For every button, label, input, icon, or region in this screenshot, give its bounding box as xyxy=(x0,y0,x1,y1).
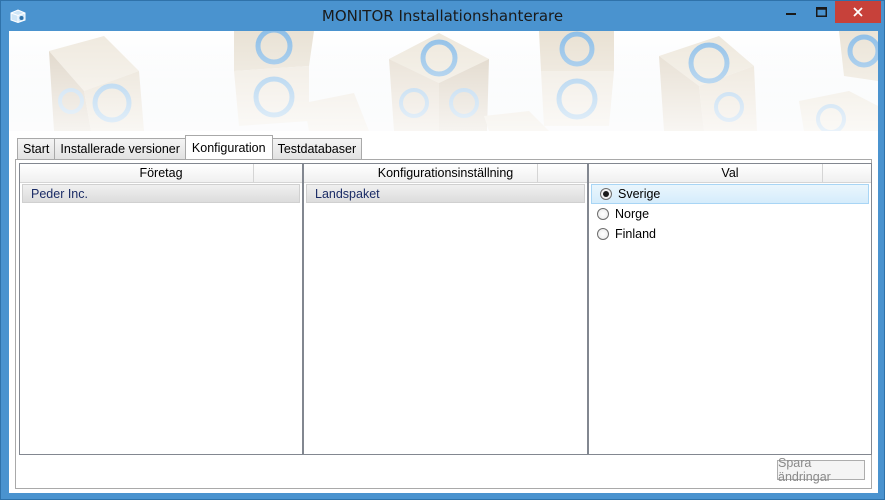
client-area: Start Installerade versioner Konfigurati… xyxy=(9,31,878,493)
tab-start[interactable]: Start xyxy=(17,138,56,159)
column-header-setting: Konfigurationsinställning xyxy=(377,166,514,180)
tab-label: Konfiguration xyxy=(191,140,266,155)
setting-name: Landspaket xyxy=(315,187,380,201)
tab-test-databases[interactable]: Testdatabaser xyxy=(271,138,363,159)
save-changes-button[interactable]: Spara ändringar xyxy=(777,456,865,484)
maximize-icon xyxy=(815,7,827,17)
radio-unchecked-icon[interactable] xyxy=(597,208,609,220)
column-divider[interactable] xyxy=(822,164,823,182)
setting-list[interactable]: Konfigurationsinställning Landspaket xyxy=(303,163,588,455)
tab-strip: Start Installerade versioner Konfigurati… xyxy=(17,135,363,159)
radio-option-sverige[interactable]: Sverige xyxy=(591,184,869,204)
company-list[interactable]: Företag Peder Inc. xyxy=(19,163,303,455)
column-divider[interactable] xyxy=(537,164,538,182)
choice-list[interactable]: Val Sverige Norge Finland xyxy=(588,163,872,455)
tab-label: Installerade versioner xyxy=(60,142,180,156)
radio-label: Norge xyxy=(615,207,650,221)
radio-option-norge[interactable]: Norge xyxy=(589,204,871,224)
minimize-icon xyxy=(786,13,796,15)
close-button[interactable] xyxy=(835,1,881,23)
radio-option-finland[interactable]: Finland xyxy=(589,224,871,244)
radio-unchecked-icon[interactable] xyxy=(597,228,609,240)
tab-label: Start xyxy=(23,142,50,156)
setting-list-header[interactable]: Konfigurationsinställning xyxy=(304,164,587,183)
choice-list-header[interactable]: Val xyxy=(589,164,871,183)
tab-installed-versions[interactable]: Installerade versioner xyxy=(54,138,186,159)
radio-label: Sverige xyxy=(618,187,661,201)
column-header-choice: Val xyxy=(721,166,739,180)
tab-label: Testdatabaser xyxy=(277,142,357,156)
title-bar[interactable]: MONITOR Installationshanterare xyxy=(1,1,884,31)
banner-image xyxy=(9,31,878,131)
app-window: MONITOR Installationshanterare Start Ins… xyxy=(0,0,885,500)
maximize-button[interactable] xyxy=(807,1,835,23)
column-divider[interactable] xyxy=(253,164,254,182)
configuration-panel: Företag Peder Inc. Konfigurationsinställ… xyxy=(15,159,872,489)
list-item[interactable]: Landspaket xyxy=(306,184,585,203)
column-header-company: Företag xyxy=(139,166,183,180)
company-name: Peder Inc. xyxy=(31,187,88,201)
radio-label: Finland xyxy=(615,227,656,241)
window-title: MONITOR Installationshanterare xyxy=(321,7,564,25)
list-item[interactable]: Peder Inc. xyxy=(22,184,300,203)
minimize-button[interactable] xyxy=(776,1,806,23)
close-icon xyxy=(853,7,863,17)
tab-configuration[interactable]: Konfiguration xyxy=(184,135,273,159)
company-list-header[interactable]: Företag xyxy=(20,164,302,183)
radio-checked-icon[interactable] xyxy=(600,188,612,200)
